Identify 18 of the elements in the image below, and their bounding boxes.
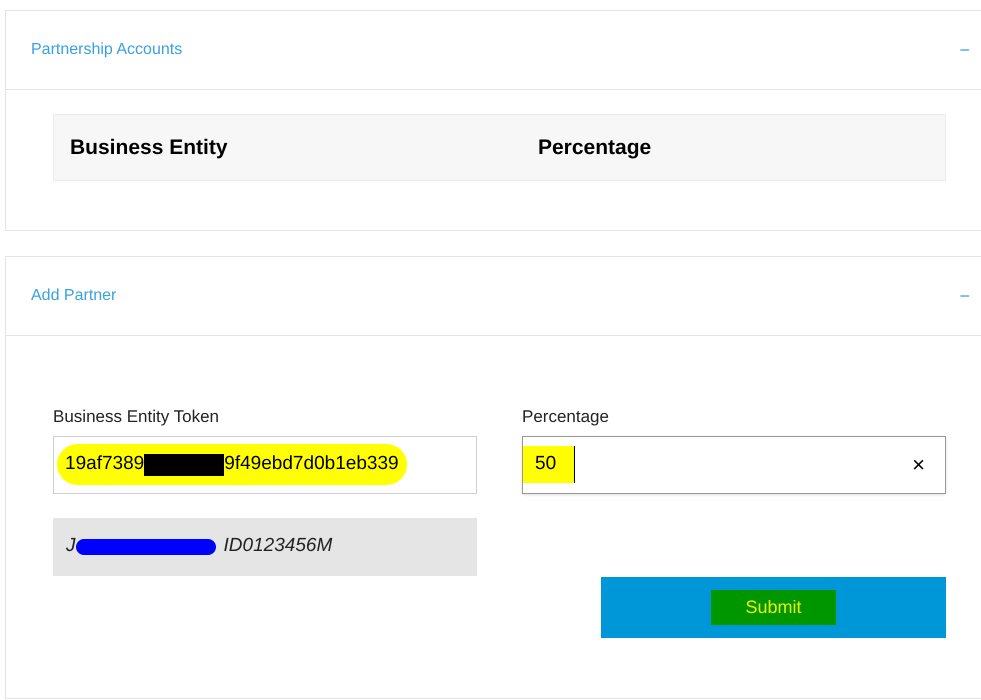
entity-result-card[interactable]: J ID0123456M — [53, 518, 477, 576]
panel-title[interactable]: Partnership Accounts — [31, 38, 182, 62]
token-value-start: 19af7389 — [65, 452, 144, 476]
token-value-end: 9f49ebd7d0b1eb339 — [224, 452, 399, 476]
token-input-field[interactable]: 19af7389 9f49ebd7d0b1eb339 — [53, 436, 477, 494]
field-label: Percentage — [522, 406, 610, 428]
panel-title[interactable]: Add Partner — [31, 284, 116, 308]
field-label: Business Entity Token — [53, 406, 220, 428]
collapse-button[interactable]: − — [959, 41, 970, 59]
submit-button[interactable]: Submit — [601, 576, 946, 638]
percentage-value: 50 — [523, 446, 576, 483]
entity-name-start: J — [66, 534, 76, 558]
column-header: Percentage — [538, 134, 652, 161]
clear-button[interactable]: × — [912, 454, 925, 476]
percentage-input-field[interactable]: 50 × — [522, 436, 946, 494]
column-header: Business Entity — [69, 134, 229, 161]
entity-id: ID0123456M — [224, 534, 332, 558]
collapse-button[interactable]: − — [959, 287, 970, 305]
